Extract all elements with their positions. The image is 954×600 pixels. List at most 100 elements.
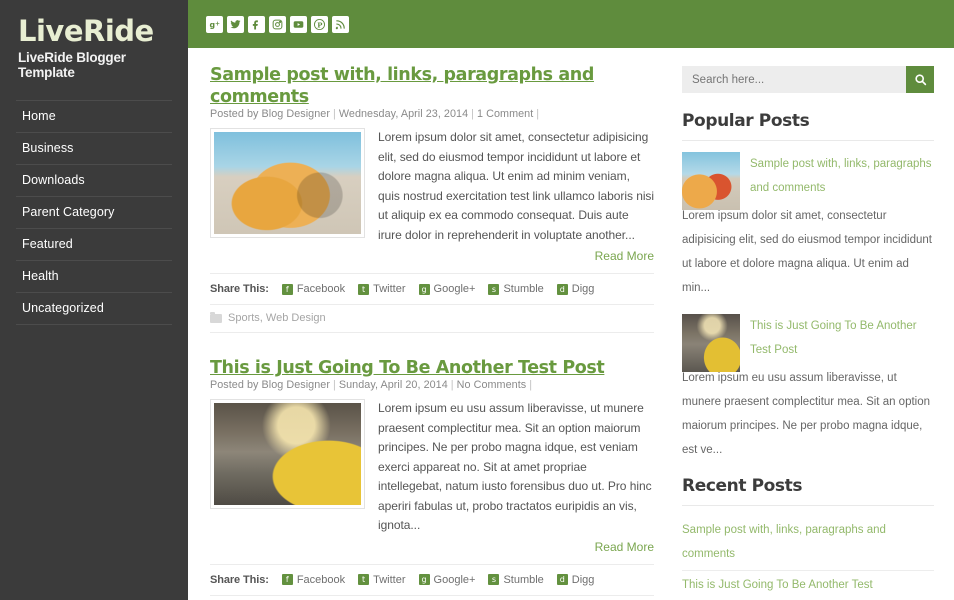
rss-icon[interactable] <box>332 15 349 33</box>
sidebar-item-business[interactable]: Business <box>16 132 172 164</box>
content-region: g + P Sample post with, links, paragraph… <box>188 0 954 600</box>
share-digg-link[interactable]: d Digg <box>556 573 595 586</box>
share-twitter-label: Twitter <box>373 573 406 586</box>
post-meta: Posted by Blog Designer | Sunday, April 20… <box>210 379 654 391</box>
post-author: Posted by Blog Designer <box>210 108 330 120</box>
post-comment-count[interactable]: 1 Comment <box>477 108 533 120</box>
share-stumble-label: Stumble <box>503 283 544 295</box>
post-thumbnail[interactable] <box>210 399 365 509</box>
post-title-link[interactable]: This is Just Going To Be Another Test Po… <box>210 358 605 378</box>
digg-icon: d <box>556 283 568 295</box>
share-googleplus-link[interactable]: g Google+ <box>418 573 476 586</box>
post-body: Lorem ipsum dolor sit amet, consectetur … <box>210 128 654 263</box>
post-list: Sample post with, links, paragraphs and … <box>188 48 668 600</box>
post-comment-count[interactable]: No Comments <box>457 379 527 391</box>
post-categories: Graphic Design, Motion Design <box>210 594 654 600</box>
sidebar-item-featured[interactable]: Featured <box>16 228 172 260</box>
share-label: Share This: <box>210 283 269 295</box>
share-facebook-link[interactable]: f Facebook <box>281 574 345 586</box>
facebook-icon: f <box>281 283 293 295</box>
popular-post-head: Sample post with, links, paragraphs and … <box>682 152 934 210</box>
popular-post-title-link[interactable]: Sample post with, links, paragraphs and … <box>750 152 934 210</box>
popular-post-title-link[interactable]: This is Just Going To Be Another Test Po… <box>750 314 934 372</box>
instagram-icon[interactable] <box>269 15 286 33</box>
post-date: Wednesday, April 23, 2014 <box>338 108 469 120</box>
post-image-taxi-street <box>214 403 361 505</box>
post-author: Posted by Blog Designer <box>210 379 330 391</box>
share-twitter-link[interactable]: t Twitter <box>358 573 406 586</box>
share-twitter-link[interactable]: t Twitter <box>358 283 406 295</box>
google-plus-icon: g <box>418 574 430 585</box>
popular-post-item: This is Just Going To Be Another Test Po… <box>682 314 934 462</box>
recent-post-link[interactable]: This is Just Going To Be Another Test <box>682 571 934 600</box>
sidebar-item-parent-category[interactable]: Parent Category <box>16 196 172 228</box>
digg-icon: d <box>556 574 568 585</box>
pinterest-icon[interactable]: P <box>311 15 328 33</box>
post-excerpt: Lorem ipsum dolor sit amet, consectetur … <box>378 130 654 242</box>
post-image-beetle-car <box>214 132 361 234</box>
share-digg-label: Digg <box>571 283 595 295</box>
popular-post-thumbnail-taxi[interactable] <box>682 314 740 372</box>
post-excerpt: Lorem ipsum eu usu assum liberavisse, ut… <box>378 401 652 532</box>
post-title-link[interactable]: Sample post with, links, paragraphs and … <box>210 65 594 107</box>
recent-post-link[interactable]: Sample post with, links, paragraphs and … <box>682 516 934 571</box>
post-meta: Posted by Blog Designer | Wednesday, April… <box>210 108 654 120</box>
svg-text:P: P <box>317 21 322 29</box>
popular-post-thumbnail-beetle[interactable] <box>682 152 740 210</box>
read-more-link[interactable]: Read More <box>378 540 654 554</box>
post-thumbnail[interactable] <box>210 128 365 238</box>
post-categories: Sports, Web Design <box>210 304 654 333</box>
search-input[interactable] <box>682 66 906 93</box>
sidebar-item-downloads[interactable]: Downloads <box>16 164 172 196</box>
site-branding: LiveRide LiveRide Blogger Template <box>0 0 188 80</box>
meta-separator: | <box>471 108 475 120</box>
content-columns: Sample post with, links, paragraphs and … <box>188 48 954 600</box>
post-item: Sample post with, links, paragraphs and … <box>210 64 654 333</box>
share-googleplus-label: Google+ <box>433 283 476 295</box>
share-facebook-link[interactable]: f Facebook <box>281 283 346 295</box>
meta-separator: | <box>332 108 336 120</box>
facebook-icon[interactable] <box>248 15 265 33</box>
share-stumble-label: Stumble <box>503 573 544 586</box>
share-digg-label: Digg <box>571 573 595 586</box>
recent-posts-title: Recent Posts <box>682 476 934 506</box>
post-category-links[interactable]: Sports, Web Design <box>228 312 326 324</box>
twitter-icon[interactable] <box>227 15 244 33</box>
popular-post-excerpt: Lorem ipsum eu usu assum liberavisse, ut… <box>682 372 931 456</box>
search-button[interactable] <box>906 66 934 93</box>
share-facebook-label: Facebook <box>296 283 346 295</box>
page-root: LiveRide LiveRide Blogger Template Home … <box>0 0 954 600</box>
sidebar-item-health[interactable]: Health <box>16 260 172 292</box>
sidebar-item-home[interactable]: Home <box>16 100 172 132</box>
top-social-bar: g + P <box>188 0 954 48</box>
popular-post-item: Sample post with, links, paragraphs and … <box>682 152 934 300</box>
share-twitter-label: Twitter <box>373 283 406 295</box>
meta-separator: | <box>332 379 336 391</box>
share-stumble-link[interactable]: s Stumble <box>488 283 544 295</box>
twitter-icon: t <box>358 574 370 585</box>
read-more-link[interactable]: Read More <box>378 249 654 263</box>
google-plus-icon: g <box>418 283 430 295</box>
youtube-icon[interactable] <box>290 15 307 33</box>
post-date: Sunday, April 20, 2014 <box>338 379 448 391</box>
sidebar-item-uncategorized[interactable]: Uncategorized <box>16 292 172 325</box>
popular-posts-title: Popular Posts <box>682 111 934 141</box>
main-navigation: Home Business Downloads Parent Category … <box>0 100 188 325</box>
share-stumble-link[interactable]: s Stumble <box>488 573 544 586</box>
left-sidebar: LiveRide LiveRide Blogger Template Home … <box>0 0 188 600</box>
post-excerpt-wrap: Lorem ipsum eu usu assum liberavisse, ut… <box>378 399 654 554</box>
svg-text:+: + <box>215 20 220 27</box>
share-googleplus-link[interactable]: g Google+ <box>418 283 476 295</box>
post-excerpt-wrap: Lorem ipsum dolor sit amet, consectetur … <box>378 128 654 263</box>
svg-text:g: g <box>209 20 215 29</box>
popular-post-head: This is Just Going To Be Another Test Po… <box>682 314 934 372</box>
share-googleplus-label: Google+ <box>433 573 476 586</box>
search-form <box>682 66 934 93</box>
site-tagline: LiveRide Blogger Template <box>18 50 126 80</box>
social-links: g + P <box>206 15 349 33</box>
google-plus-icon[interactable]: g + <box>206 15 223 33</box>
share-digg-link[interactable]: d Digg <box>556 283 595 295</box>
folder-icon <box>210 311 222 323</box>
meta-separator: | <box>529 379 533 391</box>
post-body: Lorem ipsum eu usu assum liberavisse, ut… <box>210 399 654 554</box>
